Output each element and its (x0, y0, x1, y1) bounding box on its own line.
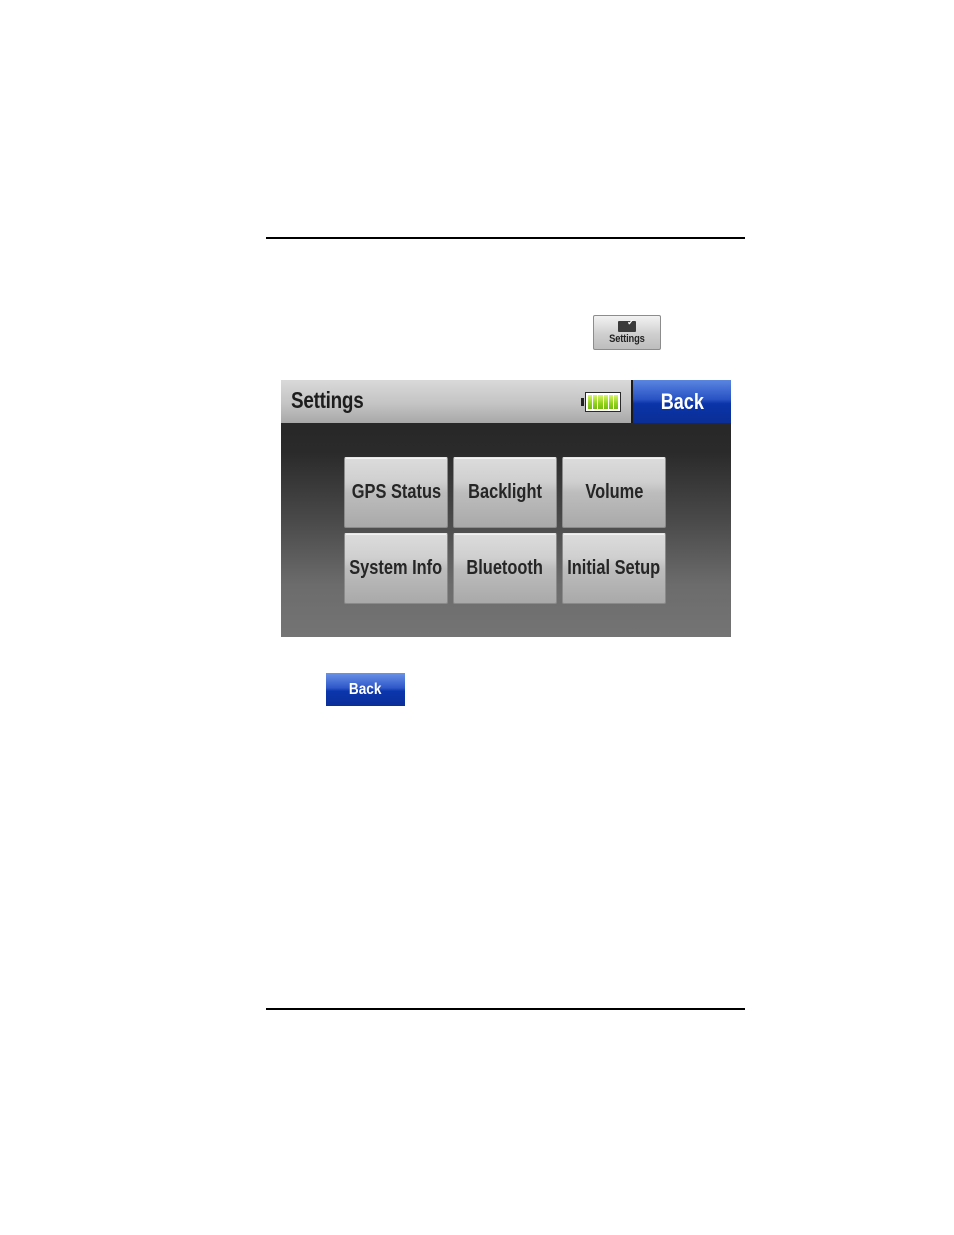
menu-label: Initial Setup (567, 557, 661, 579)
back-icon-button: Back (326, 673, 405, 706)
menu-label: Volume (584, 481, 644, 503)
volume-button[interactable]: Volume (562, 457, 666, 528)
settings-screen: Settings Back GPS Status Backlight Volum… (281, 380, 731, 637)
battery-body (585, 392, 621, 412)
system-info-button[interactable]: System Info (344, 533, 448, 604)
folder-check-icon (618, 318, 636, 332)
menu-label: Backlight (468, 481, 542, 503)
backlight-button[interactable]: Backlight (453, 457, 557, 528)
footer-rule (266, 1008, 745, 1010)
menu-label: System Info (349, 557, 443, 579)
battery-segment (588, 395, 593, 409)
battery-segment (608, 395, 613, 409)
battery-segment (603, 395, 608, 409)
battery-segment (598, 395, 603, 409)
battery-icon (581, 392, 622, 412)
menu-label: GPS Status (351, 481, 441, 503)
gps-status-button[interactable]: GPS Status (344, 457, 448, 528)
settings-icon-label: Settings (609, 333, 645, 345)
battery-segment (613, 395, 619, 409)
header-rule (266, 237, 745, 239)
back-icon-label: Back (349, 680, 382, 698)
settings-icon-button: Settings (593, 315, 661, 350)
battery-terminal (581, 398, 584, 406)
battery-segment (593, 395, 598, 409)
title-bar: Settings (281, 380, 631, 423)
menu-label: Bluetooth (466, 557, 544, 579)
screen-title: Settings (291, 387, 364, 413)
back-button-label: Back (660, 388, 704, 414)
back-button[interactable]: Back (631, 380, 731, 423)
initial-setup-button[interactable]: Initial Setup (562, 533, 666, 604)
settings-menu-grid: GPS Status Backlight Volume System Info … (344, 457, 667, 604)
bluetooth-button[interactable]: Bluetooth (453, 533, 557, 604)
